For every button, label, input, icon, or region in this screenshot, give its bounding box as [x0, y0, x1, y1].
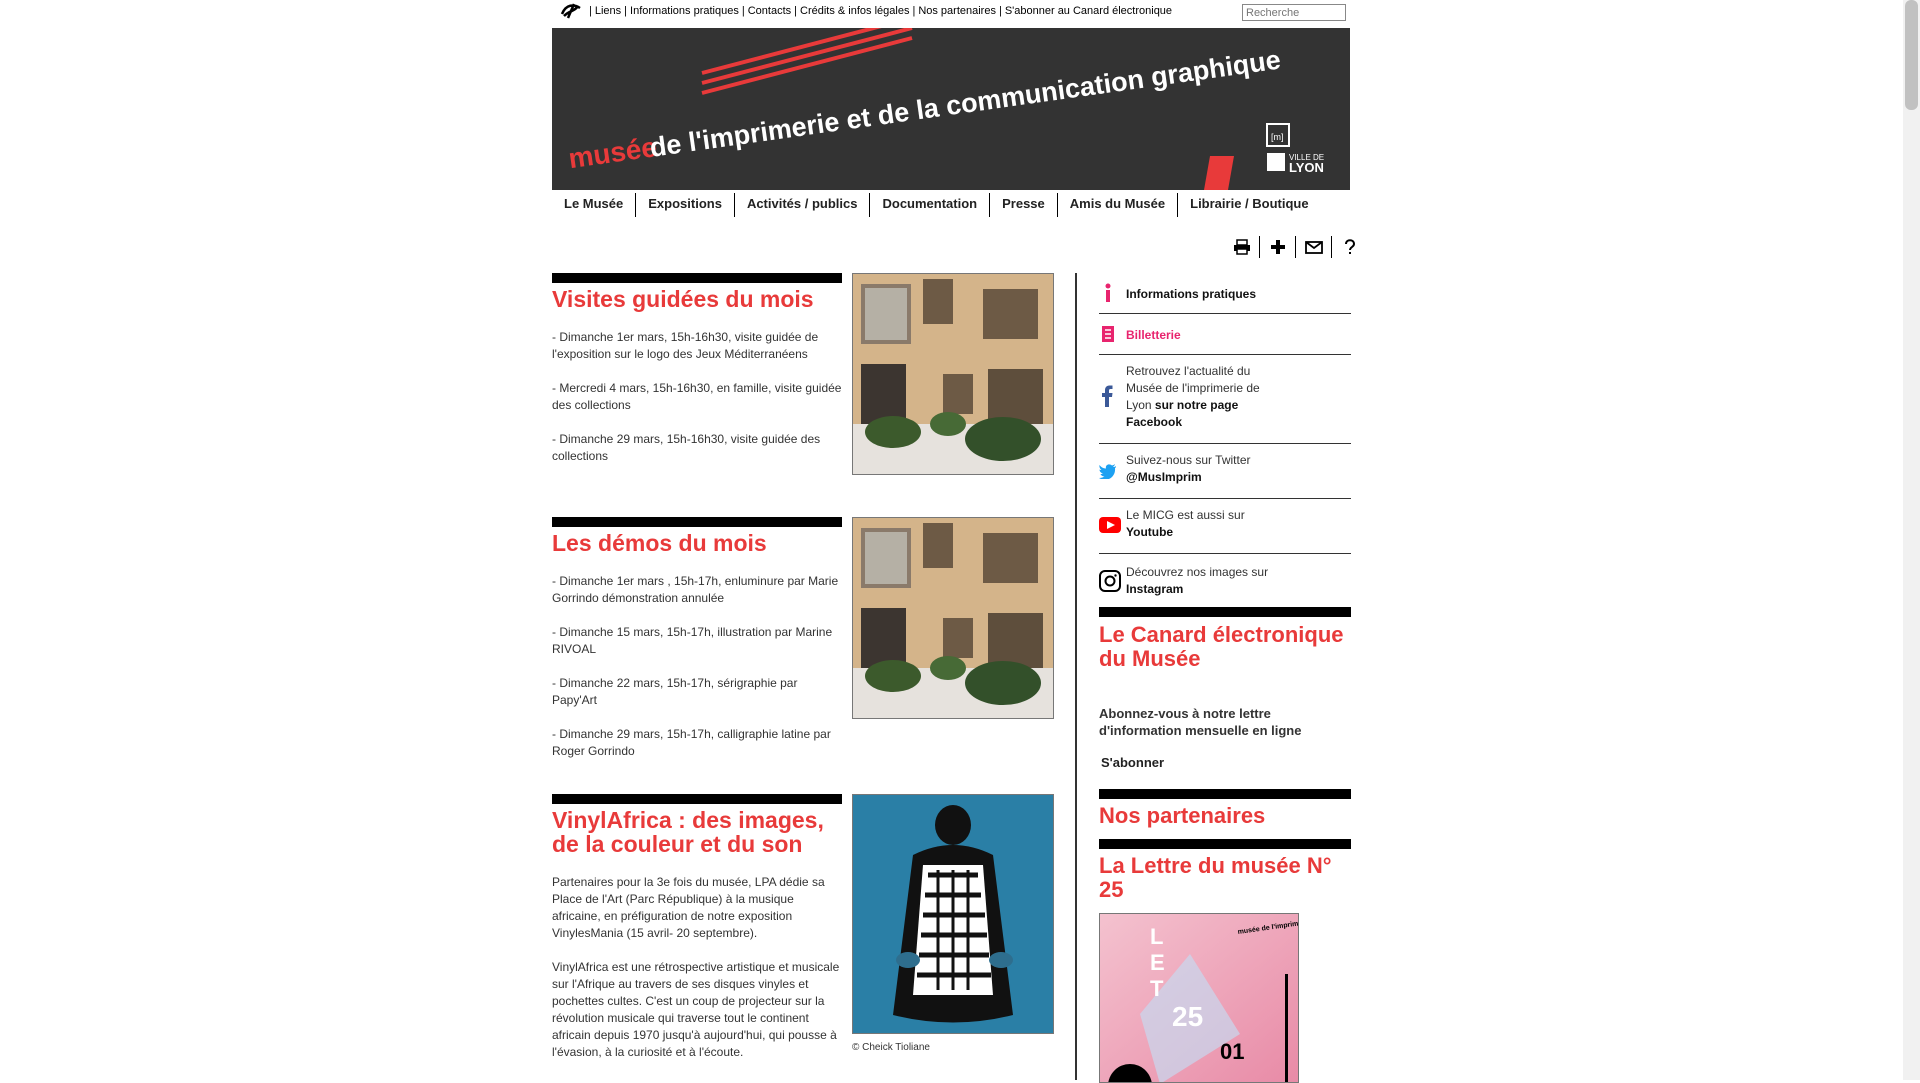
main-nav: Le Musée Expositions Activités / publics…	[552, 193, 1350, 217]
sidebar-youtube-link[interactable]: Youtube	[1126, 525, 1173, 539]
article-title[interactable]: VinylAfrica : des images, de la couleur …	[552, 808, 842, 856]
toplink-liens[interactable]: Liens	[595, 5, 621, 17]
toplink-abonner-canard[interactable]: S'abonner au Canard électronique	[1005, 5, 1172, 17]
info-icon	[1103, 283, 1113, 308]
lettre-top-bar	[1099, 839, 1351, 849]
article-top-bar	[552, 794, 842, 804]
toplink-credits[interactable]: Crédits & infos légales	[800, 5, 909, 17]
banner-musee-text: musée	[567, 131, 659, 174]
subscribe-link[interactable]: S'abonner	[1101, 755, 1164, 770]
print-icon[interactable]	[1224, 236, 1259, 258]
sidebar-youtube-text: Le MICG est aussi sur	[1126, 508, 1245, 522]
svg-text:LYON: LYON	[1289, 160, 1324, 175]
ticket-icon	[1101, 325, 1115, 348]
canard-top-bar	[1099, 607, 1351, 617]
twitter-icon	[1099, 464, 1117, 484]
top-links: | Liens | Informations pratiques | Contacts | C…	[589, 5, 1173, 17]
partners-title[interactable]: Nos partenaires	[1099, 804, 1351, 828]
search-input[interactable]	[1242, 4, 1346, 21]
article-paragraph: - Dimanche 1er mars, 15h-16h30, visite g…	[552, 330, 819, 361]
facebook-icon	[1101, 385, 1113, 412]
article-title[interactable]: Visites guidées du mois	[552, 287, 842, 311]
canard-description: Abonnez-vous à notre lettre d'informatio…	[1099, 706, 1302, 738]
sidebar-info-pratiques[interactable]: Informations pratiques	[1099, 273, 1351, 314]
sidebar-twitter[interactable]: Suivez-nous sur Twitter @MusImprim	[1099, 444, 1351, 499]
sidebar-instagram-link[interactable]: Instagram	[1126, 582, 1183, 596]
help-icon[interactable]	[1331, 236, 1367, 258]
article-paragraph: - Dimanche 29 mars, 15h-16h30, visite gu…	[552, 432, 821, 463]
article-paragraph: Partenaires pour la 3e fois du musée, LP…	[552, 875, 825, 940]
sidebar-twitter-link[interactable]: @MusImprim	[1126, 470, 1202, 484]
page-tools	[1224, 236, 1367, 260]
svg-text:25: 25	[1172, 1001, 1203, 1032]
sidebar-billetterie-label: Billetterie	[1126, 328, 1181, 342]
svg-text:E: E	[1150, 950, 1165, 975]
article-top-bar	[552, 273, 842, 283]
article-paragraph: - Mercredi 4 mars, 15h-16h30, en famille…	[552, 381, 842, 412]
nav-activites-publics[interactable]: Activités / publics	[733, 193, 870, 217]
red-stripes-decoration	[701, 28, 913, 95]
svg-text:L: L	[1150, 924, 1163, 949]
scrollbar-thumb[interactable]	[1905, 0, 1918, 110]
article-paragraph: VinylAfrica est une rétrospective artist…	[552, 960, 840, 1059]
instagram-icon	[1099, 570, 1121, 597]
home-logo-icon[interactable]	[560, 2, 582, 20]
svg-text:01: 01	[1220, 1039, 1244, 1064]
courtyard-photo[interactable]	[852, 517, 1054, 719]
sidebar-facebook[interactable]: Retrouvez l'actualité du Musée de l'impr…	[1099, 355, 1351, 444]
mail-icon[interactable]	[1295, 236, 1331, 258]
svg-text:T: T	[1150, 976, 1164, 1001]
partners-top-bar	[1099, 789, 1351, 799]
nav-expositions[interactable]: Expositions	[635, 193, 734, 217]
plus-icon[interactable]	[1259, 236, 1295, 258]
lettre-cover-image[interactable]: L E T 25 01 musée de l'imprimerie et de …	[1099, 913, 1299, 1083]
article-top-bar	[552, 517, 842, 527]
svg-text:[m]: [m]	[1271, 132, 1284, 142]
article-paragraph: - Dimanche 22 mars, 15h-17h, sérigraphie…	[552, 676, 798, 707]
sidebar-info-label: Informations pratiques	[1126, 287, 1257, 301]
article-paragraph: - Dimanche 1er mars , 15h-17h, enluminur…	[552, 574, 839, 605]
column-divider	[1075, 273, 1077, 1080]
ville-de-lyon-logo: VILLE DE LYON	[1267, 153, 1324, 175]
nav-documentation[interactable]: Documentation	[869, 193, 989, 217]
vinylafrica-poster-image[interactable]	[852, 794, 1054, 1034]
article-vinylafrica: VinylAfrica : des images, de la couleur …	[552, 794, 1055, 1080]
youtube-icon	[1099, 517, 1121, 538]
lettre-title[interactable]: La Lettre du musée N° 25	[1099, 854, 1351, 902]
photo-credit: © Cheick Tioliane	[852, 1042, 930, 1053]
article-body: - Dimanche 1er mars, 15h-16h30, visite g…	[552, 329, 842, 482]
page-scrollbar[interactable]	[1903, 0, 1920, 1080]
canard-title[interactable]: Le Canard électronique du Musée	[1099, 623, 1351, 671]
article-paragraph: - Dimanche 29 mars, 15h-17h, calligraphi…	[552, 727, 831, 758]
article-paragraph: - Dimanche 15 mars, 15h-17h, illustratio…	[552, 625, 833, 656]
toplink-informations-pratiques[interactable]: Informations pratiques	[630, 5, 739, 17]
micg-logo-icon: [m]	[1266, 123, 1290, 147]
toplink-partenaires[interactable]: Nos partenaires	[918, 5, 996, 17]
article-body: Partenaires pour la 3e fois du musée, LP…	[552, 874, 842, 1078]
sidebar-instagram-text: Découvrez nos images sur	[1126, 565, 1269, 579]
sidebar-instagram[interactable]: Découvrez nos images sur Instagram	[1099, 554, 1351, 604]
article-body: - Dimanche 1er mars , 15h-17h, enluminur…	[552, 573, 842, 777]
courtyard-photo[interactable]	[852, 273, 1054, 475]
sidebar-youtube[interactable]: Le MICG est aussi sur Youtube	[1099, 499, 1351, 554]
nav-presse[interactable]: Presse	[989, 193, 1057, 217]
site-banner[interactable]: musée de l'imprimerie et de la communica…	[552, 28, 1350, 190]
sidebar-billetterie[interactable]: Billetterie	[1099, 314, 1351, 355]
nav-le-musee[interactable]: Le Musée	[552, 193, 635, 217]
top-utility-bar: | Liens | Informations pratiques | Contacts | C…	[552, 0, 1350, 26]
article-demos: Les démos du mois - Dimanche 1er mars , …	[552, 517, 1055, 767]
article-visites-guidees: Visites guidées du mois - Dimanche 1er m…	[552, 273, 1055, 483]
sidebar-twitter-text: Suivez-nous sur Twitter	[1126, 453, 1251, 467]
nav-librairie-boutique[interactable]: Librairie / Boutique	[1177, 193, 1320, 217]
article-title[interactable]: Les démos du mois	[552, 531, 842, 555]
toplink-contacts[interactable]: Contacts	[748, 5, 791, 17]
nav-amis-du-musee[interactable]: Amis du Musée	[1056, 193, 1177, 217]
